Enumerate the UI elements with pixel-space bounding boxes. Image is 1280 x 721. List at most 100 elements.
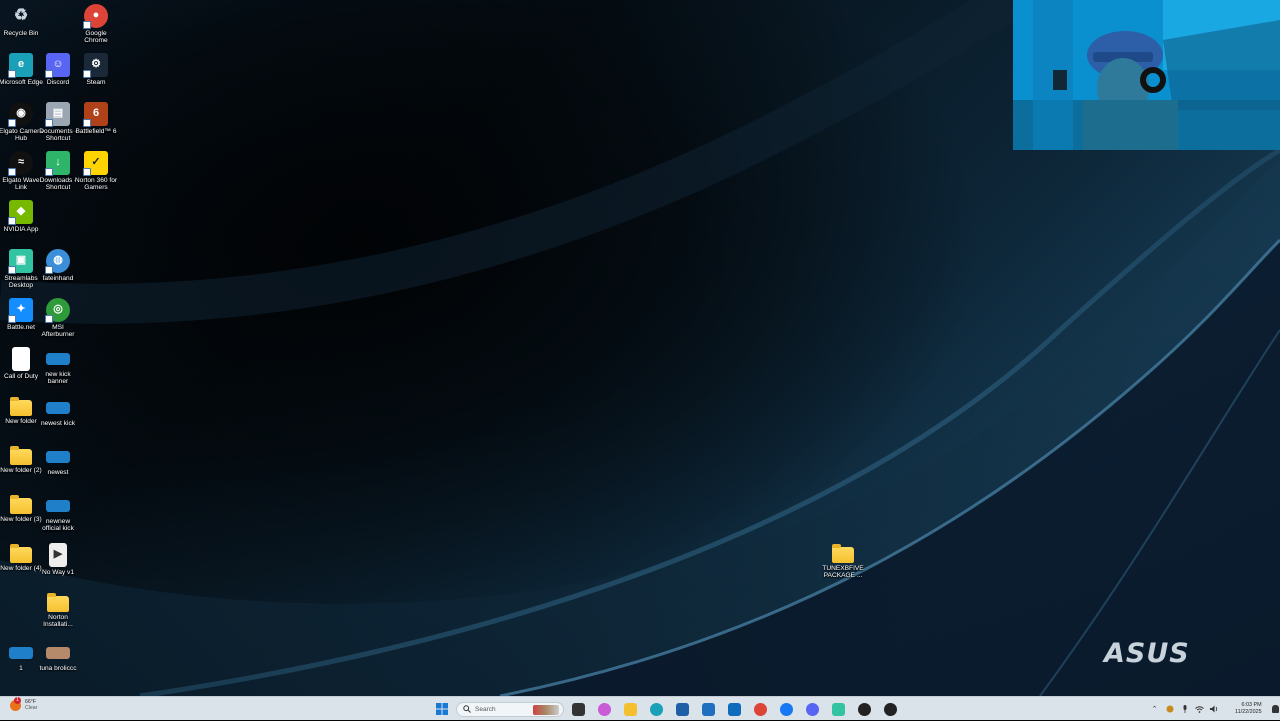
- weather-widget[interactable]: 1 66°F Clear: [10, 696, 38, 711]
- facebook-icon: [780, 702, 793, 716]
- outlook-icon: [728, 702, 741, 716]
- desktop-icon[interactable]: 6 Battlefield™ 6: [75, 100, 117, 148]
- battlefield-icon: 6: [83, 102, 108, 127]
- image-file-icon: ▭: [46, 647, 70, 659]
- desktop-icon-label: NVIDIA App: [3, 226, 39, 233]
- wifi-icon[interactable]: [1195, 705, 1204, 714]
- desktop-icon-label: TUNEXBFIVE PACKAGE ...: [822, 565, 864, 580]
- image-file-icon: ▭: [46, 353, 70, 365]
- desktop-icon-label: newest kick: [40, 420, 76, 427]
- clock-date: 11/22/2025: [1235, 709, 1262, 715]
- desktop-icon[interactable]: New folder (4): [0, 541, 42, 589]
- norton-icon: [1166, 705, 1173, 713]
- desktop-icon[interactable]: ◆ NVIDIA App: [0, 198, 42, 246]
- weather-condition: Clear: [25, 705, 38, 711]
- desktop-icon[interactable]: ▭ newest kick: [37, 394, 79, 442]
- windows-logo-icon: [435, 703, 448, 715]
- steam-icon: ⚙: [83, 53, 108, 78]
- edge-icon: [650, 702, 663, 716]
- msi-afterburner-icon: ◎: [45, 298, 70, 323]
- edge-icon: e: [8, 53, 33, 78]
- desktop-icon[interactable]: TUNEXBFIVE PACKAGE ...: [822, 541, 864, 589]
- desktop-icon[interactable]: ◎ MSI Afterburner: [37, 296, 79, 344]
- volume-icon[interactable]: [1210, 705, 1219, 714]
- recycle-bin-icon: ♻: [13, 7, 29, 25]
- desktop-icon[interactable]: ♻ Recycle Bin: [0, 2, 42, 50]
- webcam-feed-image: [1013, 0, 1280, 150]
- taskbar-app-button[interactable]: [570, 701, 587, 718]
- taskbar-center: Search: [433, 697, 899, 721]
- desktop-icon[interactable]: ▭1: [0, 639, 42, 687]
- taskbar-app-button[interactable]: [674, 701, 691, 718]
- taskbar-app-button[interactable]: [622, 701, 639, 718]
- taskbar-app-button[interactable]: [700, 701, 717, 718]
- taskbar-app-button[interactable]: [830, 701, 847, 718]
- taskbar-app-button[interactable]: [726, 701, 743, 718]
- norton-icon: ✓: [83, 151, 108, 176]
- folder-icon: [10, 446, 32, 465]
- desktop-icon[interactable]: ☺ Discord: [37, 51, 79, 99]
- desktop-icon[interactable]: New folder: [0, 394, 42, 442]
- video-file-icon: ▶: [49, 543, 67, 567]
- desktop-icon-label: Battlefield™ 6: [75, 128, 117, 135]
- desktop-icon[interactable]: ▭ new kick banner: [37, 345, 79, 393]
- chrome-icon: ●: [83, 4, 108, 29]
- webcam-overlay: [1013, 0, 1280, 150]
- desktop-icon[interactable]: New folder (2): [0, 443, 42, 491]
- microphone-icon[interactable]: [1180, 705, 1189, 714]
- image-file-icon: ▭: [9, 647, 33, 659]
- pinned-apps: [570, 701, 899, 718]
- system-tray: ⌃ 6:03 PM 11/22/2025: [1150, 697, 1279, 721]
- desktop-icon[interactable]: Norton Installati...: [37, 590, 79, 638]
- taskbar: 1 66°F Clear Search ⌃ 6:03 PM 11/22/2025: [0, 696, 1280, 720]
- elgato-camera-icon: ◉: [8, 102, 33, 127]
- asus-logo: ASUS: [1104, 638, 1190, 669]
- desktop-icon[interactable]: ↓ Downloads - Shortcut: [37, 149, 79, 197]
- taskbar-app-button[interactable]: [804, 701, 821, 718]
- desktop-icon-label: newnew official kick: [42, 518, 74, 533]
- taskbar-search[interactable]: Search: [456, 701, 564, 717]
- desktop-icon[interactable]: ✓ Norton 360 for Gamers: [75, 149, 117, 197]
- start-button[interactable]: [433, 701, 450, 718]
- taskbar-clock[interactable]: 6:03 PM 11/22/2025: [1235, 702, 1262, 716]
- taskbar-app-button[interactable]: [778, 701, 795, 718]
- desktop-icon-label: MSI Afterburner: [41, 324, 75, 339]
- taskbar-app-button[interactable]: [648, 701, 665, 718]
- image-file-icon: ▭: [46, 451, 70, 463]
- copilot-icon: [598, 702, 611, 716]
- desktop-icon-label: new kick banner: [45, 371, 71, 386]
- taskbar-app-button[interactable]: [596, 701, 613, 718]
- search-highlight-image: [533, 704, 559, 715]
- desktop-icon[interactable]: ▶ No Way v1: [37, 541, 79, 589]
- globe-icon: ◍: [45, 249, 70, 274]
- desktop-icon-label: Steam: [86, 79, 106, 86]
- desktop-icon[interactable]: ▭ newnew official kick: [37, 492, 79, 540]
- desktop-icon[interactable]: ⚙ Steam: [75, 51, 117, 99]
- desktop-icon-label: No Way v1: [42, 569, 74, 576]
- streamlabs-icon: ▣: [8, 249, 33, 274]
- speaker-glyph: [1210, 705, 1218, 713]
- desktop-icon[interactable]: ▤ Documents - Shortcut: [37, 100, 79, 148]
- search-placeholder: Search: [475, 705, 496, 713]
- desktop-icon[interactable]: ▭ tuna broliccc: [37, 639, 79, 687]
- notification-badge: 1: [14, 696, 21, 704]
- taskbar-app-button[interactable]: [752, 701, 769, 718]
- desktop-icon-label: Recycle Bin: [3, 30, 39, 37]
- desktop-icon[interactable]: ▣ Streamlabs Desktop: [0, 247, 42, 295]
- image-file-icon: ▭: [46, 402, 70, 414]
- desktop-icon[interactable]: ▭ newest: [37, 443, 79, 491]
- discord-icon: [806, 702, 819, 716]
- desktop-icon[interactable]: e Microsoft Edge: [0, 51, 43, 99]
- weather-icon: 1: [10, 696, 21, 711]
- vscode-icon: [702, 702, 715, 716]
- desktop-icon-label: Norton Installati...: [43, 614, 73, 629]
- taskbar-app-button[interactable]: [882, 701, 899, 718]
- notification-bell-icon[interactable]: [1271, 705, 1279, 713]
- wifi-glyph: [1195, 705, 1204, 713]
- desktop-icon[interactable]: ● Google Chrome: [75, 2, 117, 50]
- folder-icon: [10, 397, 32, 416]
- taskbar-app-button[interactable]: [856, 701, 873, 718]
- norton-tray-icon[interactable]: [1165, 705, 1174, 714]
- chevron-up-icon[interactable]: ⌃: [1150, 705, 1159, 714]
- desktop-icon[interactable]: ◍ fateinhand: [37, 247, 79, 295]
